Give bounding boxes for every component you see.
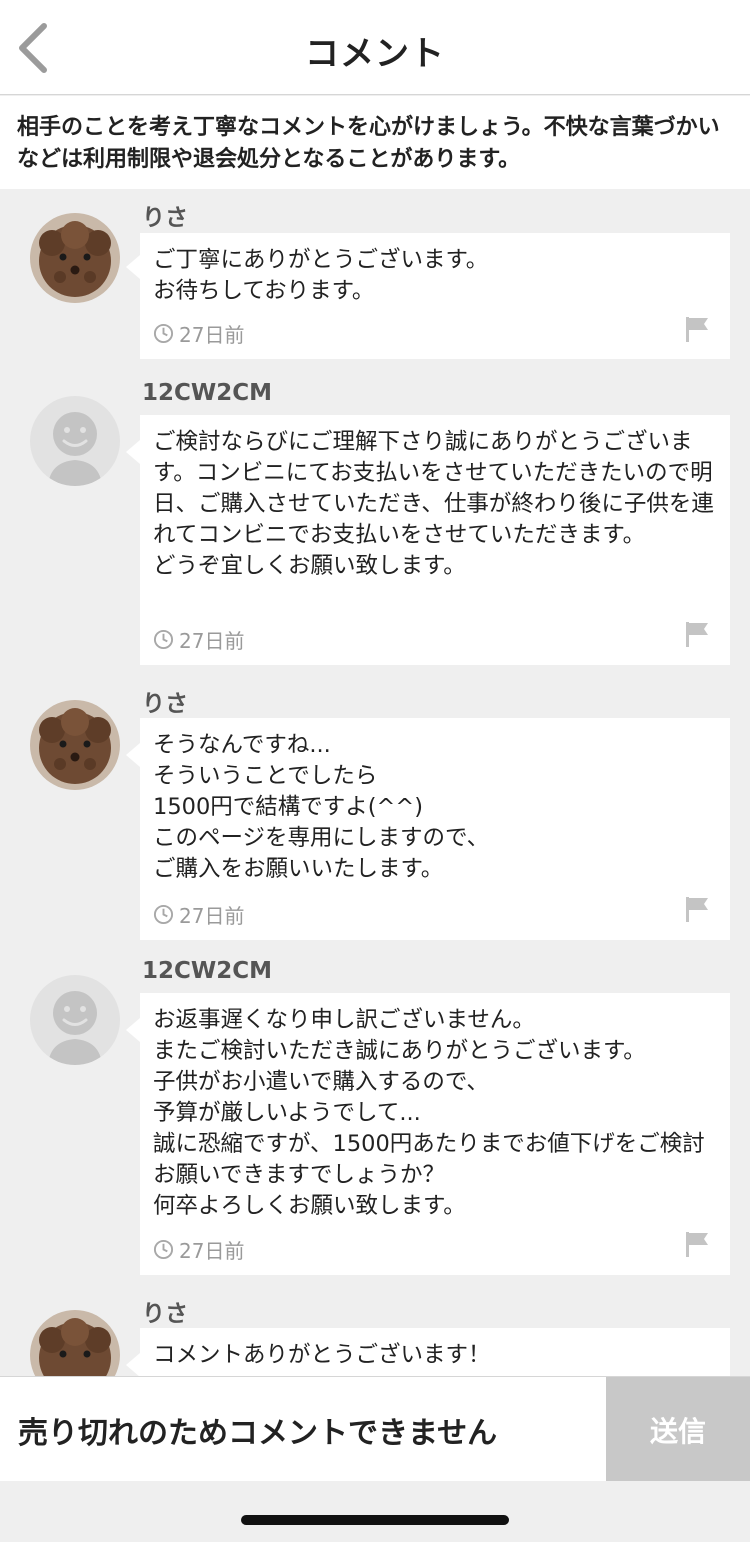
header-bar: コメント — [0, 0, 750, 95]
home-indicator[interactable] — [241, 1515, 509, 1525]
comment-bubble: そうなんですね... そういうことでしたら 1500円で結構ですよ(^^) この… — [126, 718, 730, 940]
report-flag-icon[interactable] — [684, 895, 710, 923]
comment-timestamp: 27日前 — [153, 1235, 244, 1264]
report-flag-icon[interactable] — [684, 1230, 710, 1258]
report-flag-icon[interactable] — [684, 620, 710, 648]
comment-timestamp: 27日前 — [153, 319, 244, 348]
timestamp-label: 27日前 — [179, 1239, 245, 1263]
home-indicator-area — [0, 1481, 750, 1542]
page-title: コメント — [305, 34, 445, 74]
clock-icon — [153, 323, 174, 344]
bubble-tail — [126, 255, 140, 279]
comment-guideline-notice: 相手のことを考え丁寧なコメントを心がけましょう。不快な言葉づかいなどは利用制限や… — [0, 96, 750, 189]
comment-timestamp: 27日前 — [153, 900, 244, 929]
comment-disabled-message: 売り切れのためコメントできません — [18, 1416, 498, 1451]
comment-text: そうなんですね... そういうことでしたら 1500円で結構ですよ(^^) この… — [153, 732, 490, 882]
report-flag-icon[interactable] — [684, 315, 710, 343]
comment-text: コメントありがとうございます！ — [153, 1342, 491, 1368]
bubble-tail — [126, 440, 140, 464]
poodle-avatar-icon — [30, 1310, 120, 1376]
bubble-tail — [126, 743, 140, 767]
comment-input-bar: 売り切れのためコメントできません 送信 — [0, 1376, 750, 1482]
comment-username: 12CW2CM — [142, 958, 273, 984]
send-button[interactable]: 送信 — [606, 1377, 750, 1482]
timestamp-label: 27日前 — [179, 629, 245, 653]
timestamp-label: 27日前 — [179, 904, 245, 928]
comment-username: りさ — [142, 691, 188, 717]
comment-username: 12CW2CM — [142, 380, 273, 406]
avatar[interactable] — [30, 213, 120, 303]
default-user-icon — [30, 975, 120, 1065]
comment-bubble: お返事遅くなり申し訳ございません。 またご検討いただき誠にありがとうございます。… — [126, 993, 730, 1275]
bubble-tail — [126, 1018, 140, 1042]
comment-bubble: コメントありがとうございます！ — [126, 1328, 730, 1376]
clock-icon — [153, 629, 174, 650]
comment-bubble: ご丁寧にありがとうございます。 お待ちしております。 27日前 — [126, 233, 730, 359]
avatar[interactable] — [30, 396, 120, 486]
comment-username: りさ — [142, 1301, 188, 1327]
clock-icon — [153, 1239, 174, 1260]
avatar[interactable] — [30, 1310, 120, 1376]
comment-username: りさ — [142, 205, 188, 231]
comment-list[interactable]: りさ ご丁寧にありがとうございます。 お待ちしております。 27日前 12CW2… — [0, 190, 750, 1376]
comment-text: ご丁寧にありがとうございます。 お待ちしております。 — [153, 247, 489, 304]
comment-bubble: ご検討ならびにご理解下さり誠にありがとうございます。コンビニにてお支払いをさせて… — [126, 415, 730, 665]
comment-text: お返事遅くなり申し訳ございません。 またご検討いただき誠にありがとうございます。… — [153, 1007, 705, 1219]
comment-timestamp: 27日前 — [153, 625, 244, 654]
avatar[interactable] — [30, 975, 120, 1065]
default-user-icon — [30, 396, 120, 486]
bubble-tail — [126, 1353, 140, 1376]
timestamp-label: 27日前 — [179, 323, 245, 347]
comment-text: ご検討ならびにご理解下さり誠にありがとうございます。コンビニにてお支払いをさせて… — [153, 429, 714, 579]
poodle-avatar-icon — [30, 213, 120, 303]
avatar[interactable] — [30, 700, 120, 790]
poodle-avatar-icon — [30, 700, 120, 790]
clock-icon — [153, 904, 174, 925]
